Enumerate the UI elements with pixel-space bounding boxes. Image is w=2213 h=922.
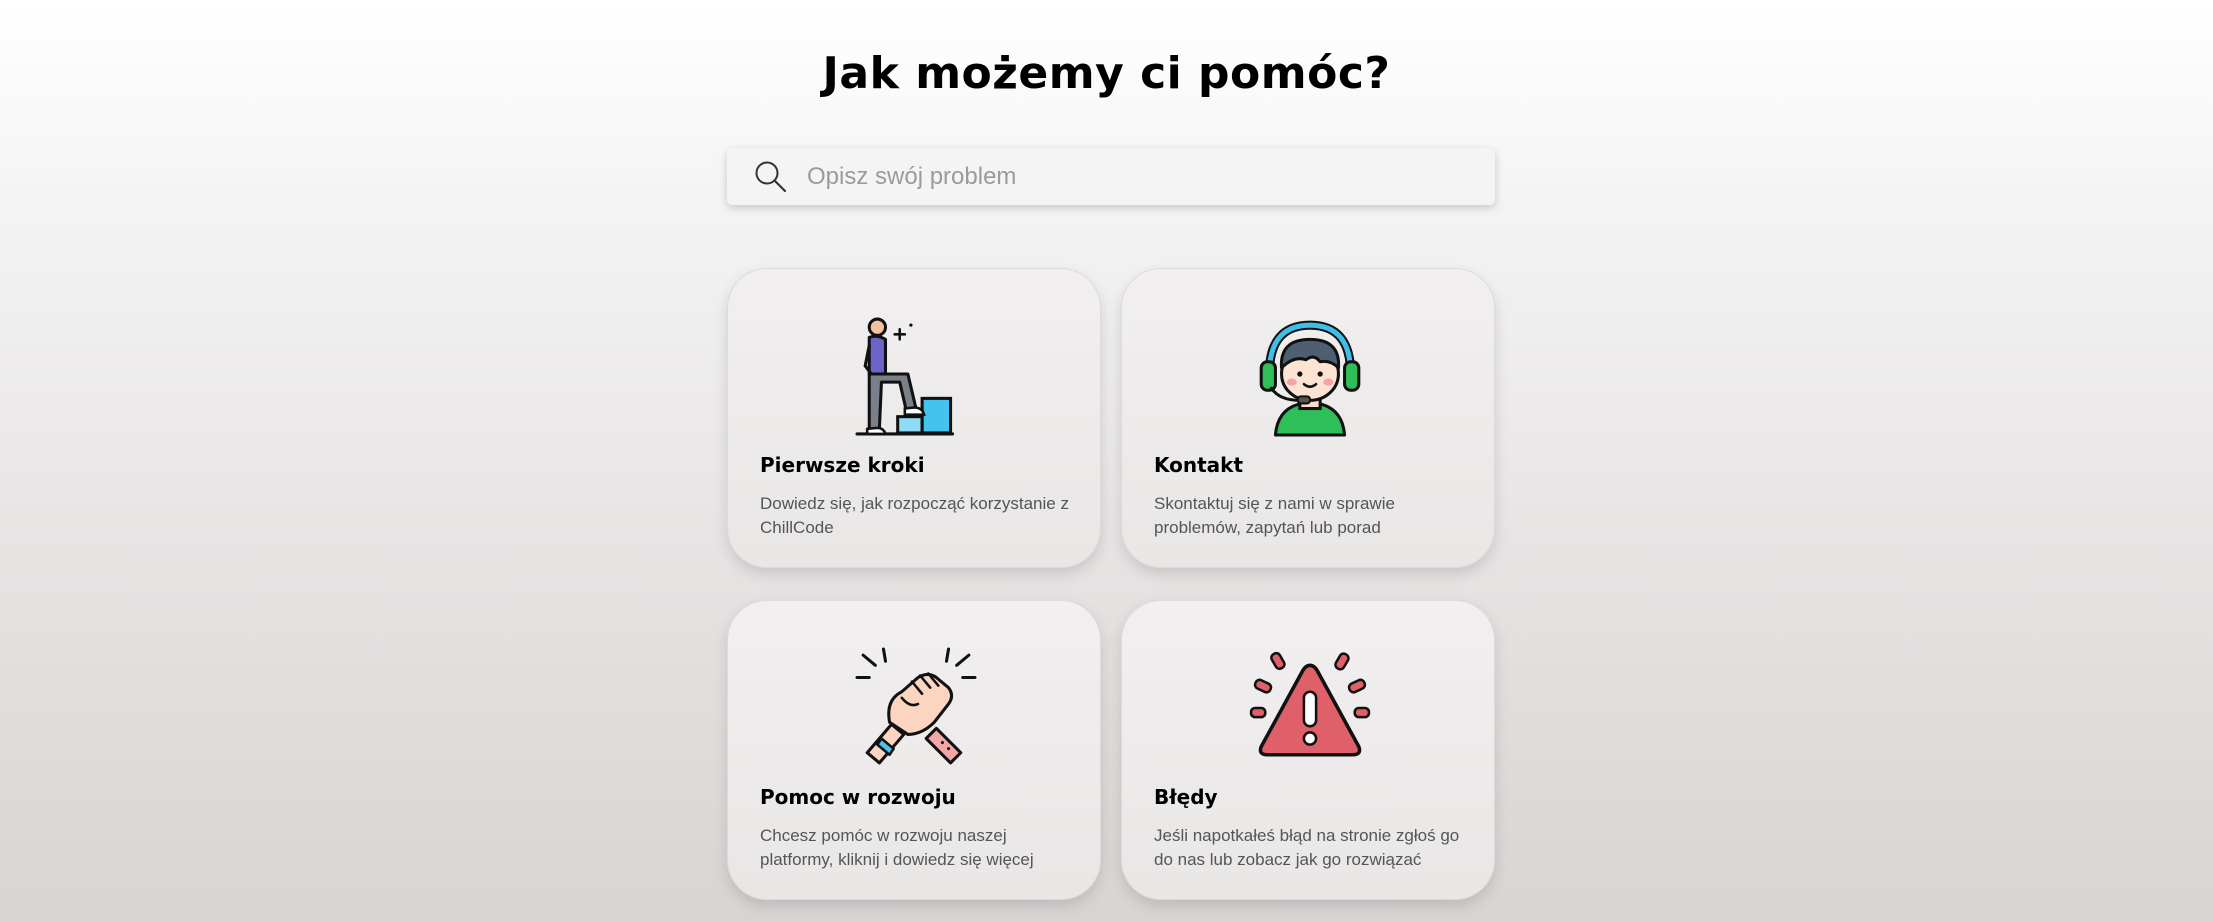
card-title: Kontakt (1154, 453, 1244, 477)
page-title: Jak możemy ci pomóc? (822, 48, 1391, 99)
card-title: Pomoc w rozwoju (760, 785, 956, 809)
card-title: Błędy (1154, 785, 1218, 809)
card-description: Skontaktuj się z nami w sprawie problemó… (1154, 494, 1395, 537)
card-title: Pierwsze kroki (760, 453, 925, 477)
card-description: Dowiedz się, jak rozpocząć korzystanie z… (760, 494, 1069, 537)
climbing-steps-person-icon (855, 317, 955, 436)
card-contribute[interactable]: Pomoc w rozwoju Chcesz pomóc w rozwoju n… (727, 600, 1101, 900)
search-bar[interactable] (727, 148, 1495, 205)
search-input[interactable] (807, 162, 1457, 191)
card-bugs[interactable]: Błędy Jeśli napotkałeś błąd na stronie z… (1121, 600, 1495, 900)
card-contact[interactable]: Kontakt Skontaktuj się z nami w sprawie … (1121, 268, 1495, 568)
handshake-icon (855, 647, 977, 765)
card-description: Chcesz pomóc w rozwoju naszej platformy,… (760, 826, 1034, 869)
support-agent-headset-icon (1259, 320, 1361, 437)
search-icon (755, 161, 787, 192)
card-description: Jeśli napotkałeś błąd na stronie zgłoś g… (1154, 826, 1460, 869)
warning-triangle-icon (1249, 651, 1371, 757)
card-getting-started[interactable]: Pierwsze kroki Dowiedz się, jak rozpoczą… (727, 268, 1101, 568)
